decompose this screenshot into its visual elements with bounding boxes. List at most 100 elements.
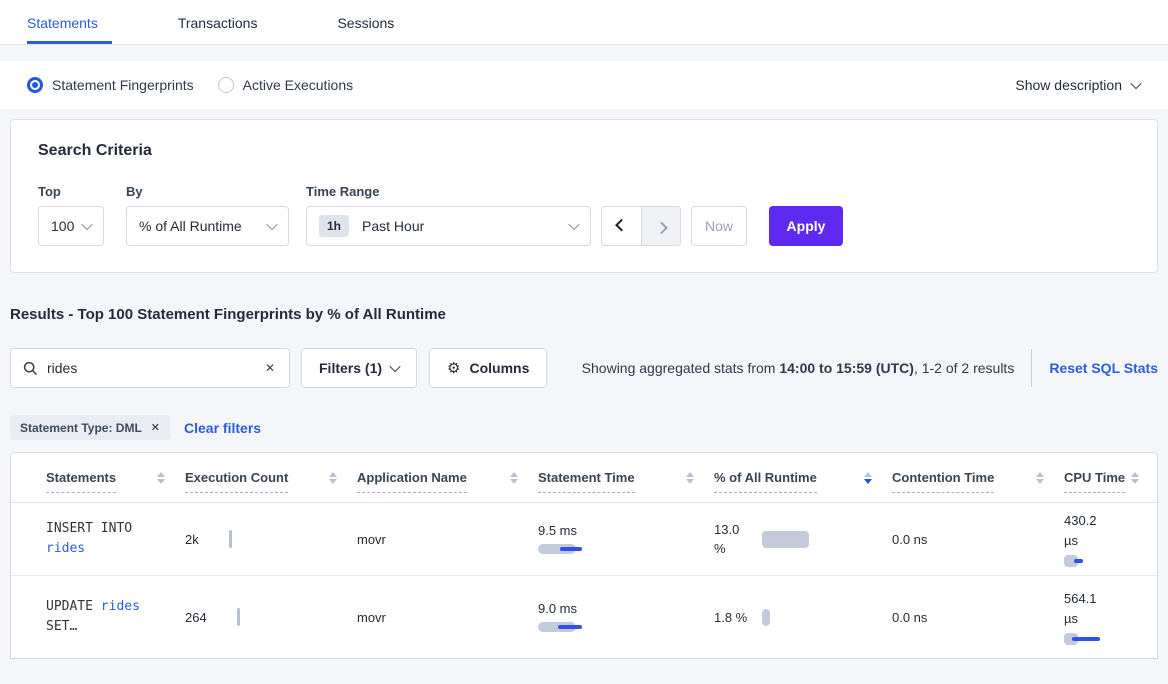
now-button[interactable]: Now <box>691 206 747 246</box>
cell-execution-count: 264 <box>185 608 357 626</box>
contention-time-value: 0.0 ns <box>892 610 927 625</box>
column-header-label: Contention Time <box>892 470 994 493</box>
column-header-of-all-runtime[interactable]: % of All Runtime <box>714 470 892 486</box>
by-select[interactable]: % of All Runtime <box>126 206 289 246</box>
filters-button[interactable]: Filters (1) <box>301 348 417 388</box>
cpu-time-bar <box>1064 633 1100 645</box>
cell-cpu-time: 564.1 µs <box>1064 589 1157 645</box>
execution-count-value: 264 <box>185 610 207 625</box>
remove-filter-icon[interactable]: ✕ <box>151 421 160 434</box>
column-header-contention-time[interactable]: Contention Time <box>892 470 1064 486</box>
sort-icon[interactable] <box>151 470 171 486</box>
show-description-toggle[interactable]: Show description <box>1015 77 1140 93</box>
application-name-value: movr <box>357 532 386 547</box>
time-range-value: Past Hour <box>362 218 424 234</box>
cell-contention-time: 0.0 ns <box>892 532 1064 547</box>
sort-icon[interactable] <box>1030 470 1050 486</box>
column-header-statement-time[interactable]: Statement Time <box>538 470 714 486</box>
top-select[interactable]: 100 <box>38 206 104 246</box>
statement-link[interactable]: rides <box>46 541 85 556</box>
cpu-time-bar <box>1064 555 1083 567</box>
sort-icon[interactable] <box>323 470 343 486</box>
filters-button-label: Filters (1) <box>319 360 382 376</box>
top-field: Top 100 <box>38 184 104 246</box>
search-criteria-card: Search Criteria Top 100 By % of All Runt… <box>10 119 1158 273</box>
statement-time-bar <box>538 621 582 633</box>
cpu-time-value: 430.2 µs <box>1064 511 1112 551</box>
sql-activity-page: Statements Transactions Sessions Stateme… <box>0 0 1168 659</box>
column-header-application-name[interactable]: Application Name <box>357 470 538 486</box>
statement-fingerprint[interactable]: INSERT INTOrides <box>46 519 175 559</box>
gear-icon: ⚙ <box>447 361 460 376</box>
statement-link[interactable]: rides <box>101 599 140 614</box>
cell-statement-time: 9.0 ms <box>538 601 714 633</box>
chevron-down-icon <box>1130 78 1141 89</box>
execution-count-bar <box>229 530 232 548</box>
sort-icon[interactable] <box>680 470 700 486</box>
sort-asc-arrow-icon <box>510 472 518 477</box>
cpu-time-bar-fill <box>1072 637 1100 641</box>
column-header-statements[interactable]: Statements <box>46 470 185 486</box>
search-criteria-fields: Top 100 By % of All Runtime Time Range <box>38 184 1130 246</box>
search-input[interactable] <box>47 360 263 376</box>
table-body: INSERT INTOrides2kmovr9.5 ms13.0 %0.0 ns… <box>11 503 1157 659</box>
divider <box>1031 349 1032 387</box>
column-header-cpu-time[interactable]: CPU Time <box>1064 470 1157 486</box>
clear-search-icon[interactable]: ✕ <box>263 359 277 377</box>
runtime-value: 13.0 % <box>714 520 752 558</box>
time-range-select[interactable]: 1h Past Hour <box>306 206 591 246</box>
sort-desc-arrow-icon <box>864 479 872 484</box>
statement-search-box: ✕ <box>10 348 290 388</box>
cell-execution-count: 2k <box>185 530 357 548</box>
prev-time-window-button[interactable] <box>602 207 641 245</box>
statement-time-value: 9.0 ms <box>538 601 704 616</box>
sort-icon[interactable] <box>858 470 878 486</box>
sort-asc-arrow-icon <box>1036 472 1044 477</box>
contention-time-value: 0.0 ns <box>892 532 927 547</box>
tab-sessions[interactable]: Sessions <box>337 3 408 44</box>
tab-statements[interactable]: Statements <box>27 3 112 44</box>
cell-application-name: movr <box>357 610 538 625</box>
clear-filters-link[interactable]: Clear filters <box>184 420 261 436</box>
execution-count-bar <box>237 608 240 626</box>
statement-text: UPDATE <box>46 599 101 614</box>
results-toolbar: ✕ Filters (1) ⚙ Columns Showing aggregat… <box>10 348 1158 388</box>
sort-desc-arrow-icon <box>1036 479 1044 484</box>
search-criteria-title: Search Criteria <box>38 142 1130 160</box>
radio-statement-fingerprints[interactable]: Statement Fingerprints <box>27 77 194 93</box>
reset-sql-stats-link[interactable]: Reset SQL Stats <box>1049 360 1158 376</box>
cell-statement: UPDATE ridesSET… <box>46 597 185 637</box>
showing-time-range: 14:00 to 15:59 (UTC) <box>779 360 914 376</box>
sort-asc-arrow-icon <box>686 472 694 477</box>
table-header-row: StatementsExecution CountApplication Nam… <box>11 453 1157 503</box>
sort-asc-arrow-icon <box>157 472 165 477</box>
cell-cpu-time: 430.2 µs <box>1064 511 1157 567</box>
columns-button[interactable]: ⚙ Columns <box>429 348 547 388</box>
filter-chip-statement-type[interactable]: Statement Type: DML ✕ <box>10 415 170 440</box>
cell-runtime: 1.8 % <box>714 608 892 627</box>
statements-table: StatementsExecution CountApplication Nam… <box>10 452 1158 659</box>
statement-fingerprint[interactable]: UPDATE ridesSET… <box>46 597 175 637</box>
chevron-down-icon <box>568 219 579 230</box>
results-heading: Results - Top 100 Statement Fingerprints… <box>10 306 1158 323</box>
showing-stats-text: Showing aggregated stats from 14:00 to 1… <box>582 360 1015 376</box>
search-icon <box>23 361 38 376</box>
sort-icon[interactable] <box>1125 470 1145 486</box>
radio-active-executions[interactable]: Active Executions <box>218 77 354 93</box>
tab-transactions[interactable]: Transactions <box>178 3 272 44</box>
radio-label: Active Executions <box>243 77 354 93</box>
chevron-down-icon <box>389 361 400 372</box>
cpu-time-value: 564.1 µs <box>1064 589 1112 629</box>
sort-asc-arrow-icon <box>1131 472 1139 477</box>
column-header-label: Statement Time <box>538 470 635 493</box>
column-header-execution-count[interactable]: Execution Count <box>185 470 357 486</box>
runtime-value: 1.8 % <box>714 608 752 627</box>
time-range-field: Time Range 1h Past Hour <box>306 184 591 246</box>
time-range-badge: 1h <box>319 215 349 237</box>
apply-button[interactable]: Apply <box>769 206 843 246</box>
sort-icon[interactable] <box>504 470 524 486</box>
next-time-window-button[interactable] <box>641 207 680 245</box>
table-row: INSERT INTOrides2kmovr9.5 ms13.0 %0.0 ns… <box>11 503 1157 576</box>
time-range-label: Time Range <box>306 184 591 199</box>
sort-asc-arrow-icon <box>864 472 872 477</box>
